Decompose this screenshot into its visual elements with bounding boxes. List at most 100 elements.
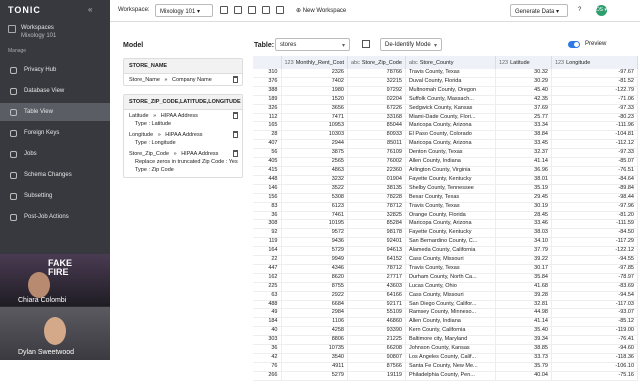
table-cell: 02204 — [347, 95, 406, 105]
sidebar-item-subsetting[interactable]: Subsetting — [0, 187, 110, 205]
copy-icon[interactable] — [234, 6, 242, 14]
table-cell: 2565 — [281, 157, 348, 167]
help-icon[interactable]: ? — [578, 7, 581, 13]
workspace-select[interactable]: Mixology 101 ▾ — [155, 4, 213, 17]
table-row: 303 8806 21225 Baltimore city, Maryland 39.3… — [253, 335, 639, 346]
table-cell: -97.67 — [551, 69, 639, 78]
table-row: 40 4258 93390 Kern County, California 35.40-… — [253, 326, 639, 337]
table-cell: 38.03 — [495, 228, 552, 239]
column-header-monthly-rent-cost[interactable]: 123 Monthly_Rent_Cost — [281, 56, 348, 69]
table-cell: Lucas County, Ohio — [405, 282, 496, 292]
trash-icon[interactable] — [233, 112, 238, 119]
table-row: 448 3232 01904 Fayette County, Kentucky 38.0… — [253, 175, 639, 185]
table-cell: 55109 — [347, 308, 406, 319]
table-select[interactable]: stores ▾ — [275, 38, 350, 51]
table-row: 156 5308 78228 Bexar County, Texas 29.45 -98.… — [253, 193, 639, 203]
table-cell: -97.85 — [551, 264, 639, 274]
generate-data-button[interactable]: Generate Data ▾ — [510, 4, 568, 17]
table-cell: 4911 — [281, 362, 348, 372]
model-card-zip-lat-long[interactable]: STORE_ZIP_CODE,LATITUDE,LONGITUDE Latitu… — [123, 94, 243, 178]
trash-icon[interactable] — [233, 76, 238, 83]
delete-icon[interactable] — [276, 6, 284, 14]
table-cell: 112 — [253, 113, 282, 123]
table-cell: -76.41 — [551, 335, 639, 346]
table-cell: 22360 — [347, 166, 406, 176]
table-row: 447 4346 78712 Travis County, Texas 30.17 -97… — [253, 264, 639, 274]
table-cell: Baltimore city, Maryland — [405, 335, 496, 346]
table-cell: 9436 — [281, 237, 348, 248]
data-grid: 123 Monthly_Rent_Cost abc Store_Zip_Code a… — [253, 56, 639, 381]
table-cell: 2984 — [281, 308, 348, 319]
trash-icon[interactable] — [233, 150, 238, 157]
table-cell: -89.84 — [551, 184, 639, 194]
table-cell: 76002 — [347, 157, 406, 167]
table-cell: 39.34 — [495, 335, 552, 346]
table-cell: 415 — [253, 166, 282, 176]
preview-label: Preview — [585, 41, 607, 47]
card-header: STORE_NAME — [124, 59, 242, 74]
table-cell: -118.36 — [551, 353, 639, 363]
model-card-store-name[interactable]: STORE_NAME Store_Name » Company Name — [123, 58, 243, 86]
actions-icon — [10, 213, 17, 221]
sidebar-item-jobs[interactable]: Jobs — [0, 145, 110, 163]
trash-icon[interactable] — [233, 131, 238, 138]
table-row: 36 10735 66208 Johnson County, Kansas 38.85-… — [253, 344, 639, 354]
card-header: STORE_ZIP_CODE,LATITUDE,LONGITUDE — [124, 95, 242, 110]
column-header-store-county[interactable]: abc Store_County — [405, 56, 496, 69]
table-cell: 5308 — [281, 193, 348, 203]
table-cell: Durham County, North Ca... — [405, 273, 496, 283]
table-cell: 28 — [253, 130, 282, 141]
calendar-icon[interactable] — [362, 40, 370, 48]
table-cell: 35.40 — [495, 326, 552, 337]
table-cell: 38.85 — [495, 344, 552, 354]
table-cell: 156 — [253, 193, 282, 203]
table-cell: -85.12 — [551, 317, 639, 328]
column-header-latitude[interactable]: 123 Latitude — [495, 56, 552, 69]
table-cell: 36 — [253, 211, 282, 221]
column-header-longitude[interactable]: 123 Longitude — [551, 56, 639, 69]
sidebar-item-privacy-hub[interactable]: Privacy Hub — [0, 61, 110, 79]
table-cell: 164 — [253, 246, 282, 257]
table-cell: -106.10 — [551, 362, 639, 372]
table-row: 407 2944 85011 Maricopa County, Arizona 33.4… — [253, 139, 639, 150]
table-cell: 4863 — [281, 166, 348, 176]
table-cell: 25.77 — [495, 113, 552, 123]
preview-toggle[interactable] — [568, 41, 580, 48]
table-cell: 32825 — [347, 211, 406, 221]
table-cell: 78712 — [347, 202, 406, 212]
column-header-store-zip-code[interactable]: abc Store_Zip_Code — [347, 56, 406, 69]
table-row: 49 2984 55109 Ramsey County, Minneso... 44.9… — [253, 308, 639, 319]
grid-header-row: 123 Monthly_Rent_Cost abc Store_Zip_Code a… — [253, 56, 639, 69]
sidebar-item-database-view[interactable]: Database View — [0, 82, 110, 100]
table-cell: El Paso County, Colorado — [405, 130, 496, 141]
table-row: 164 5729 94613 Alameda County, California 37… — [253, 246, 639, 257]
sidebar-item-post-job-actions[interactable]: Post-Job Actions — [0, 208, 110, 226]
workspace-subtitle: Mixology 101 — [21, 33, 57, 39]
table-cell: -97.96 — [551, 202, 639, 212]
table-cell: 37.79 — [495, 246, 552, 257]
table-row: 119 9436 92401 San Bernardino County, C... 3… — [253, 237, 639, 248]
share-icon[interactable] — [248, 6, 256, 14]
table-cell: San Diego County, Califor... — [405, 300, 496, 310]
avatar[interactable]: DS ▾ — [596, 5, 607, 16]
table-cell: -111.59 — [551, 219, 639, 230]
sidebar-item-foreign-keys[interactable]: Foreign Keys — [0, 124, 110, 142]
participant-face-1 — [28, 272, 50, 298]
edit-icon[interactable] — [220, 6, 228, 14]
sidebar-item-schema-changes[interactable]: Schema Changes — [0, 166, 110, 184]
table-icon — [10, 108, 17, 116]
table-cell: 2326 — [281, 69, 348, 78]
table-cell: 22 — [253, 255, 282, 265]
table-cell: -84.50 — [551, 228, 639, 239]
sidebar-item-table-view[interactable]: Table View — [0, 103, 110, 121]
table-cell: Ramsey County, Minneso... — [405, 308, 496, 319]
table-cell: Cass County, Missouri — [405, 291, 496, 301]
collapse-sidebar-icon[interactable]: « — [88, 5, 92, 14]
table-cell: Arlington County, Virginia — [405, 166, 496, 176]
new-workspace-button[interactable]: ⊕ New Workspace — [296, 7, 346, 14]
mode-select[interactable]: De-Identify Mode ▾ — [380, 38, 442, 51]
table-cell: 33.34 — [495, 121, 552, 132]
table-cell: 92 — [253, 228, 282, 239]
table-cell: Santa Fe County, New Me... — [405, 362, 496, 372]
download-icon[interactable] — [262, 6, 270, 14]
